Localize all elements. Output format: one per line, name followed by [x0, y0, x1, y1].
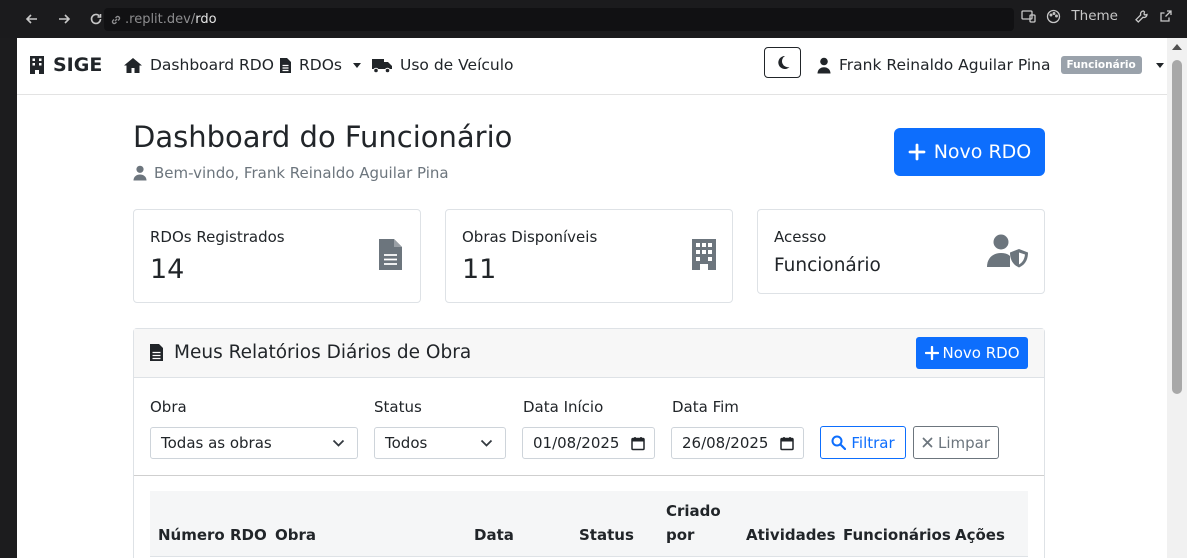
filter-obra-label: Obra: [150, 398, 187, 416]
column-header[interactable]: Número RDO: [158, 523, 267, 547]
panel-new-rdo-label: Novo RDO: [942, 344, 1020, 362]
new-rdo-button[interactable]: Novo RDO: [894, 128, 1045, 176]
clear-button[interactable]: Limpar: [913, 426, 999, 459]
new-rdo-label: Novo RDO: [933, 141, 1032, 163]
panel-title: Meus Relatórios Diários de Obra: [149, 342, 471, 363]
calendar-icon[interactable]: [631, 436, 645, 451]
obra-select-value: Todas as obras: [161, 434, 272, 452]
date-start-value: 01/08/2025: [533, 434, 620, 452]
stat-card-obras: Obras Disponíveis 11: [445, 209, 733, 303]
stat-label: Acesso: [774, 228, 827, 246]
welcome-message: Bem-vindo, Frank Reinaldo Aguilar Pina: [133, 164, 449, 182]
panel-header: Meus Relatórios Diários de Obra Novo RDO: [134, 329, 1044, 378]
column-header[interactable]: Ações: [955, 523, 1005, 547]
chevron-down-icon: [352, 62, 361, 68]
nav-dashboard-rdo[interactable]: Dashboard RDO: [123, 56, 274, 74]
search-icon: [831, 435, 847, 450]
calendar-icon[interactable]: [780, 436, 794, 451]
chevron-down-icon: [480, 439, 493, 447]
nav-rdos-label: RDOs: [299, 56, 342, 74]
rdo-list-panel: Meus Relatórios Diários de Obra Novo RDO…: [133, 328, 1045, 558]
column-header[interactable]: Funcionários: [843, 523, 951, 547]
stat-label: Obras Disponíveis: [462, 228, 598, 246]
filter-button-label: Filtrar: [851, 433, 895, 452]
truck-icon: [372, 58, 392, 73]
external-link-icon[interactable]: [1159, 9, 1173, 23]
moon-icon: [777, 55, 789, 69]
close-icon: [922, 437, 933, 448]
plus-icon: [924, 346, 939, 360]
side-panel-edge: [0, 38, 17, 558]
browser-toolbar: .replit.dev/rdo Theme: [0, 0, 1187, 38]
theme-toggle-button[interactable]: [764, 47, 801, 78]
brand-label: SIGE: [53, 54, 103, 76]
back-icon[interactable]: [18, 5, 46, 33]
filter-date-end-label: Data Fim: [672, 398, 739, 416]
column-header[interactable]: Data: [474, 523, 514, 547]
panel-new-rdo-button[interactable]: Novo RDO: [916, 337, 1028, 369]
file-icon: [378, 238, 403, 275]
wrench-icon[interactable]: [1134, 9, 1149, 24]
scrollbar-thumb[interactable]: [1172, 60, 1182, 394]
stat-card-rdos: RDOs Registrados 14: [133, 209, 421, 303]
date-end-value: 26/08/2025: [682, 434, 769, 452]
page-viewport: SIGE Dashboard RDO RDOs Uso de Veículo F…: [17, 38, 1187, 558]
column-header[interactable]: Criado por: [666, 499, 722, 547]
welcome-text: Bem-vindo, Frank Reinaldo Aguilar Pina: [154, 164, 449, 182]
role-badge: Funcionário: [1060, 56, 1142, 74]
chevron-down-icon: [332, 439, 345, 447]
page-title: Dashboard do Funcionário: [133, 120, 513, 154]
user-name: Frank Reinaldo Aguilar Pina: [839, 56, 1051, 74]
plus-icon: [908, 143, 926, 161]
address-bar[interactable]: .replit.dev/rdo: [104, 8, 1014, 31]
link-icon: [111, 15, 121, 24]
file-icon: [150, 344, 163, 361]
stat-value: Funcionário: [774, 255, 881, 276]
stat-label: RDOs Registrados: [150, 228, 285, 246]
scroll-up-icon[interactable]: [1172, 44, 1182, 50]
user-icon: [133, 165, 147, 181]
vertical-scrollbar[interactable]: [1167, 38, 1187, 558]
nav-uso-veiculo-label: Uso de Veículo: [400, 56, 514, 74]
stat-card-acesso: Acesso Funcionário: [757, 209, 1045, 294]
theme-label[interactable]: Theme: [1071, 8, 1118, 24]
nav-dashboard-label: Dashboard RDO: [150, 56, 274, 74]
file-icon: [280, 57, 291, 73]
top-navbar: SIGE Dashboard RDO RDOs Uso de Veículo F…: [17, 38, 1167, 95]
user-shield-icon: [987, 234, 1029, 272]
url-domain: .replit.dev/: [125, 12, 196, 27]
devices-icon[interactable]: [1021, 9, 1037, 23]
status-select[interactable]: Todos: [374, 427, 506, 459]
stat-value: 11: [462, 254, 497, 285]
column-header[interactable]: Atividades: [746, 523, 836, 547]
forward-icon[interactable]: [50, 5, 78, 33]
home-icon: [124, 57, 142, 73]
building-icon: [691, 238, 717, 275]
chevron-down-icon: [1155, 62, 1164, 68]
nav-rdos-dropdown[interactable]: RDOs: [279, 56, 361, 74]
column-header[interactable]: Status: [579, 523, 634, 547]
divider: [134, 475, 1044, 476]
status-select-value: Todos: [385, 434, 428, 452]
clear-button-label: Limpar: [937, 433, 991, 452]
nav-uso-veiculo[interactable]: Uso de Veículo: [371, 56, 514, 74]
palette-icon[interactable]: [1046, 9, 1061, 24]
user-icon: [817, 57, 831, 73]
date-end-input[interactable]: 26/08/2025: [671, 427, 804, 459]
obra-select[interactable]: Todas as obras: [150, 427, 358, 459]
user-menu-dropdown[interactable]: Frank Reinaldo Aguilar Pina Funcionário: [817, 56, 1164, 74]
date-start-input[interactable]: 01/08/2025: [522, 427, 655, 459]
filter-status-label: Status: [374, 398, 422, 416]
building-icon: [30, 56, 44, 74]
filter-button[interactable]: Filtrar: [820, 426, 906, 459]
brand[interactable]: SIGE: [29, 54, 102, 76]
column-header[interactable]: Obra: [275, 523, 316, 547]
rdo-table-header: Número RDO Obra Data Status Criado por A…: [150, 491, 1028, 557]
panel-title-text: Meus Relatórios Diários de Obra: [174, 342, 472, 363]
filter-date-start-label: Data Início: [523, 398, 604, 416]
stat-value: 14: [150, 254, 185, 285]
url-path: rdo: [195, 12, 217, 27]
